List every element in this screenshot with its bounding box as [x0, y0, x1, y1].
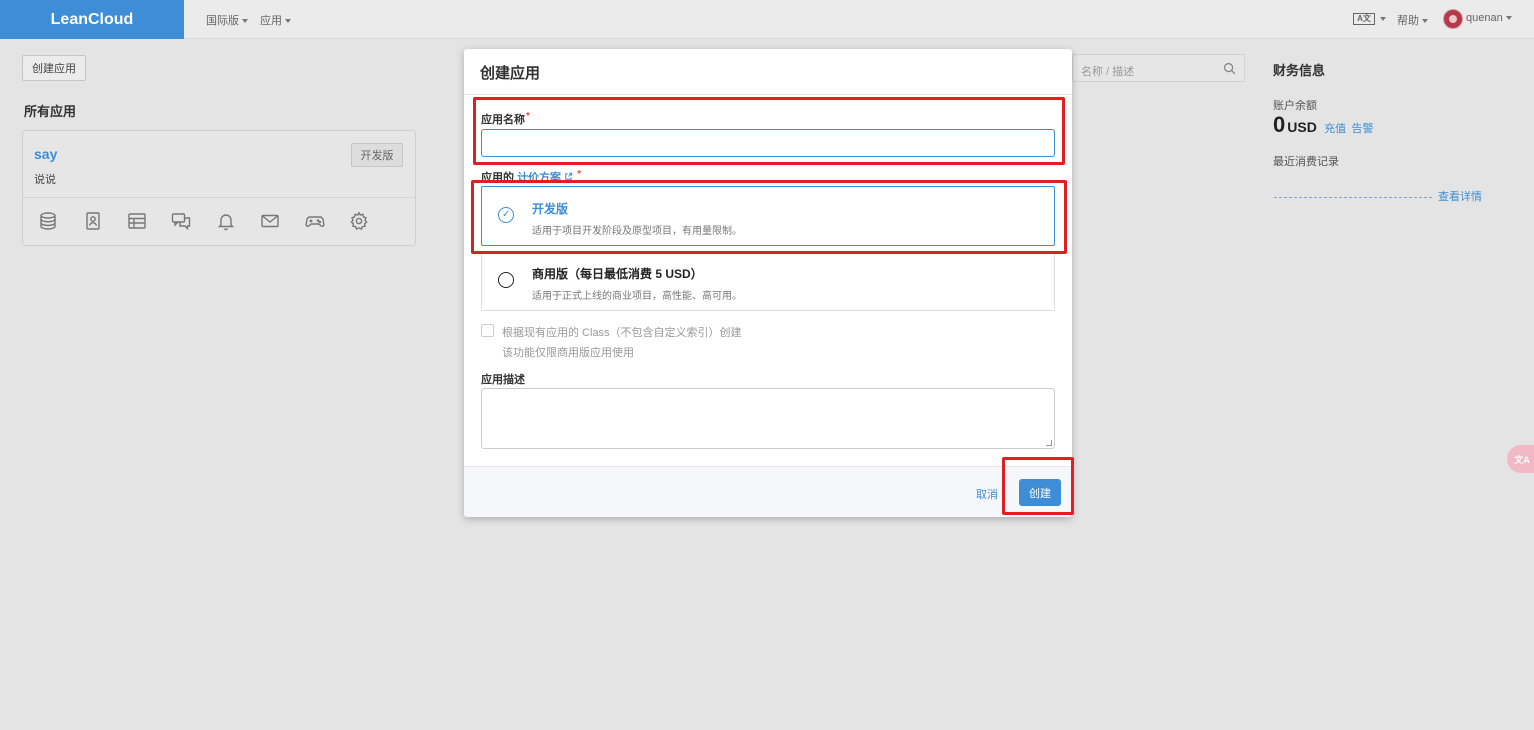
recharge-link[interactable]: 充值 [1324, 123, 1346, 135]
recent-spending-label: 最近消费记录 [1273, 156, 1339, 168]
balance-label: 账户余额 [1273, 100, 1317, 112]
plan-label-text: 应用的 [481, 172, 514, 184]
all-apps-title: 所有应用 [24, 104, 77, 119]
search-icon[interactable] [1223, 62, 1236, 75]
clone-classes-label: 根据现有应用的 Class（不包含自定义索引）创建 [502, 327, 742, 339]
create-button[interactable]: 创建 [1019, 479, 1061, 506]
divider [23, 197, 415, 198]
balance-value: 0 [1273, 112, 1286, 137]
create-app-dialog: 创建应用 应用名称* 应用的 计价方案 * ✓ 开发版 适用于项目开发阶段及原型… [464, 49, 1072, 517]
app-name-label-text: 应用名称 [481, 114, 525, 126]
table-icon[interactable] [127, 211, 147, 231]
chevron-down-icon [285, 19, 291, 24]
check-icon: ✓ [502, 209, 511, 220]
app-description: 说说 [34, 174, 56, 186]
nav-apps-label: 应用 [260, 15, 282, 27]
top-navbar: LeanCloud 国际版 应用 A文 帮助 quenan [0, 0, 1534, 39]
plan-title: 商用版（每日最低消费 5 USD） [532, 267, 703, 281]
language-icon[interactable]: A文 [1353, 13, 1375, 25]
plan-badge: 开发版 [351, 143, 403, 167]
plan-description: 适用于项目开发阶段及原型项目，有用量限制。 [532, 226, 742, 237]
nav-region-label: 国际版 [206, 15, 239, 27]
mail-icon[interactable] [260, 211, 280, 231]
resize-handle-icon[interactable] [1046, 440, 1052, 446]
balance: 0 USD 充值 告警 [1273, 112, 1374, 138]
finance-title: 财务信息 [1273, 63, 1326, 78]
gear-icon[interactable] [349, 211, 369, 231]
help-label: 帮助 [1397, 15, 1419, 27]
username: quenan [1466, 12, 1503, 24]
cancel-button[interactable]: 取消 [976, 486, 998, 502]
dialog-footer: 取消 创建 [464, 466, 1072, 517]
radio-checked[interactable]: ✓ [498, 207, 514, 223]
create-app-button[interactable]: 创建应用 [22, 55, 86, 81]
nav-apps-menu[interactable]: 应用 [260, 12, 291, 28]
plan-option-dev[interactable]: ✓ 开发版 适用于项目开发阶段及原型项目，有用量限制。 [481, 186, 1055, 246]
translate-float-button[interactable]: 文A [1507, 445, 1534, 473]
clone-classes-note: 该功能仅限商用版应用使用 [502, 347, 634, 359]
app-name-input[interactable] [481, 129, 1055, 157]
plan-label: 应用的 计价方案 * [481, 169, 581, 185]
plan-description: 适用于正式上线的商业项目，高性能、高可用。 [532, 291, 742, 302]
gamepad-icon[interactable] [305, 211, 325, 231]
pricing-link[interactable]: 计价方案 [517, 172, 561, 184]
avatar[interactable] [1443, 9, 1463, 29]
clone-classes-checkbox[interactable] [481, 324, 494, 337]
external-link-icon [565, 172, 573, 180]
dialog-title: 创建应用 [480, 65, 541, 82]
plan-title: 开发版 [532, 202, 569, 216]
logo[interactable]: LeanCloud [0, 0, 184, 39]
search-placeholder: 名称 / 描述 [1081, 66, 1135, 78]
chevron-down-icon [242, 19, 248, 24]
balance-unit: USD [1287, 119, 1317, 135]
app-name-label: 应用名称* [481, 111, 530, 127]
required-mark: * [577, 169, 582, 180]
chevron-down-icon [1380, 17, 1386, 21]
divider [464, 94, 1072, 95]
app-description-label: 应用描述 [481, 374, 525, 386]
app-card[interactable]: say 说说 开发版 [22, 130, 416, 246]
alert-link[interactable]: 告警 [1352, 123, 1374, 135]
contact-card-icon[interactable] [83, 211, 103, 231]
search-box[interactable]: 名称 / 描述 [1072, 54, 1245, 82]
nav-region-menu[interactable]: 国际版 [206, 12, 248, 28]
chevron-down-icon [1422, 19, 1428, 24]
details-link[interactable]: 查看详情 [1438, 188, 1482, 204]
radio-unchecked[interactable] [498, 272, 514, 288]
user-menu[interactable]: quenan [1466, 12, 1512, 24]
app-description-input[interactable] [481, 388, 1055, 449]
required-mark: * [526, 111, 530, 122]
app-name[interactable]: say [34, 146, 57, 162]
database-icon[interactable] [38, 211, 58, 231]
chat-icon[interactable] [171, 211, 191, 231]
help-menu[interactable]: 帮助 [1397, 12, 1428, 28]
plan-option-commercial[interactable]: 商用版（每日最低消费 5 USD） 适用于正式上线的商业项目，高性能、高可用。 [481, 251, 1055, 311]
bell-icon[interactable] [216, 211, 236, 231]
chevron-down-icon [1505, 16, 1512, 21]
spending-placeholder-line [1274, 197, 1432, 198]
